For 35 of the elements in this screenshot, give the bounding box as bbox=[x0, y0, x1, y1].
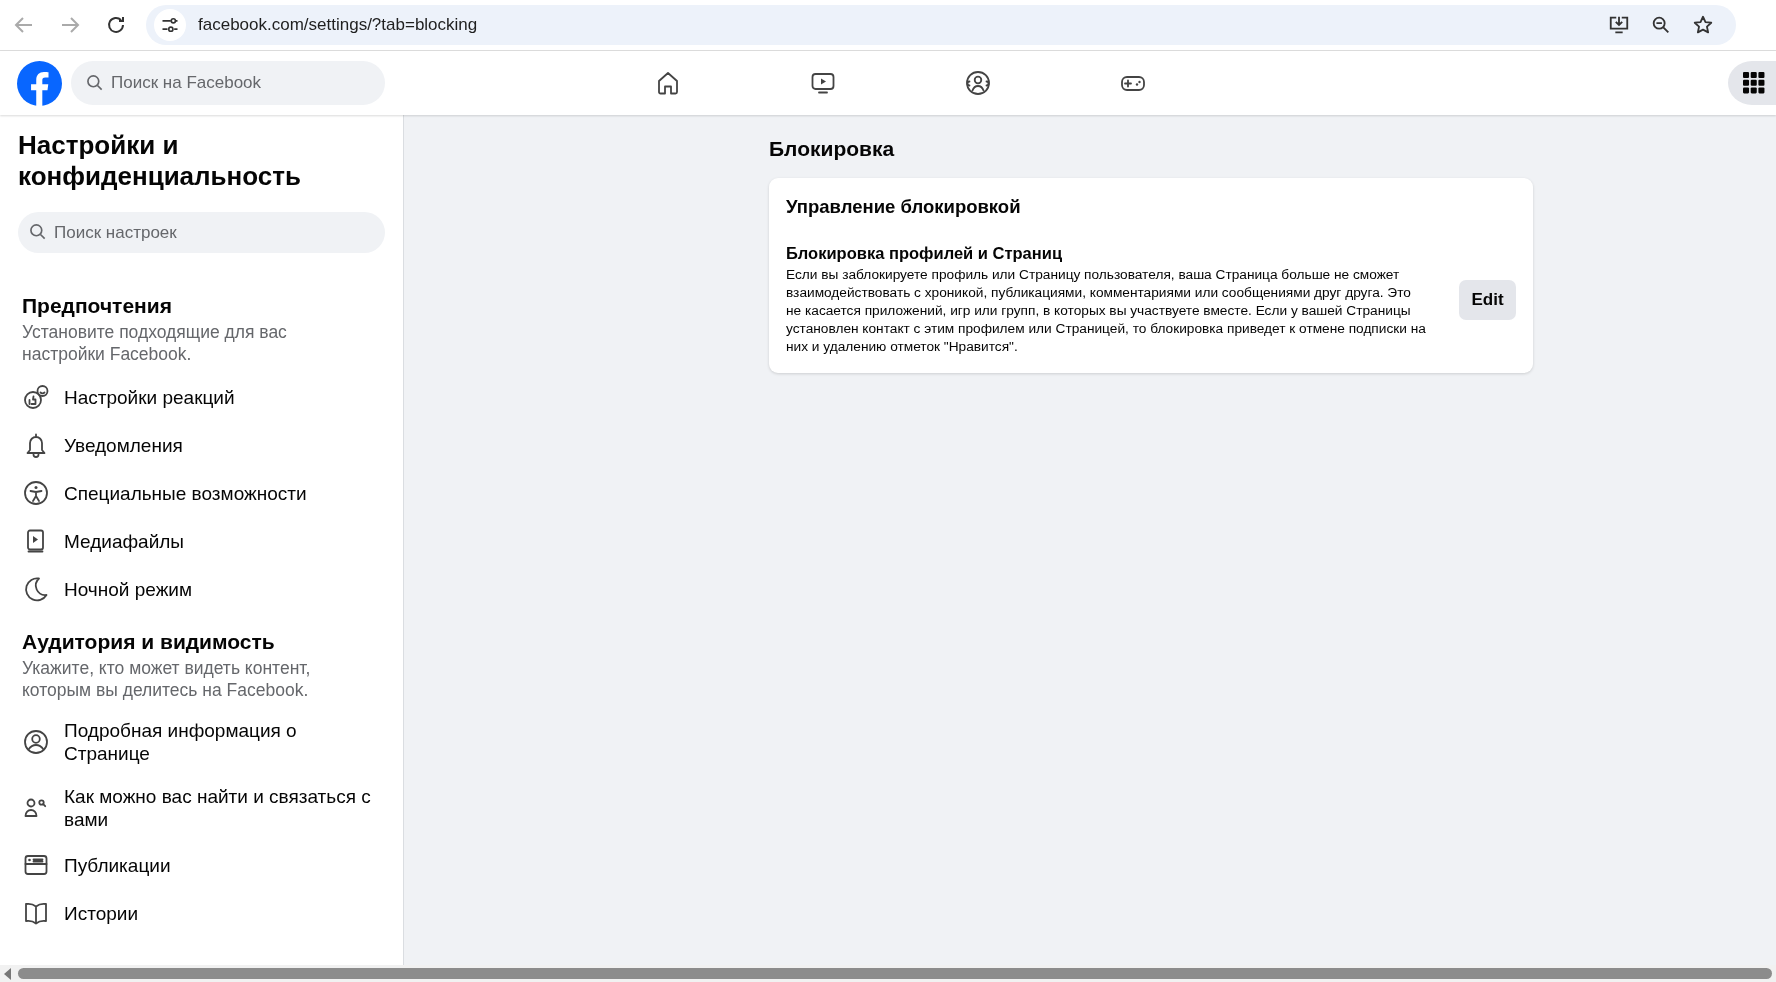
facebook-search-field[interactable]: Поиск на Facebook bbox=[71, 61, 385, 105]
zoom-out-icon[interactable] bbox=[1650, 14, 1672, 36]
settings-title: Настройки и конфиденциальность bbox=[18, 130, 302, 192]
setting-description: Если вы заблокируете профиль или Страницу пользователя, ваша Страница больше не сможет взаимодействовать с хроникой, публикациями, комментариями или сообщениями друг друга. Это не касается приложений, игр или групп, в которых вы участвуете вместе. Если у вашей Страницы установлен контакт с этим профилем или Страницей, то блокировка приведет к отмене подписки на них и удалению отметок "Нравится". bbox=[786, 266, 1426, 356]
settings-menu-item[interactable]: Подробная информация о Странице bbox=[22, 709, 381, 775]
edit-button[interactable]: Edit bbox=[1459, 280, 1516, 320]
settings-menu-item[interactable]: Медиафайлы bbox=[22, 517, 381, 565]
menu-grid-icon bbox=[1743, 72, 1765, 94]
horizontal-scrollbar[interactable] bbox=[0, 965, 1776, 982]
settings-search-field[interactable]: Поиск настроек bbox=[18, 212, 385, 253]
page-title: Блокировка bbox=[769, 137, 896, 161]
reactions-icon bbox=[22, 383, 50, 411]
settings-menu-item[interactable]: Публикации bbox=[22, 841, 381, 889]
settings-menu-item[interactable]: Настройки реакций bbox=[22, 373, 381, 421]
settings-menu-item[interactable]: Ночной режим bbox=[22, 565, 381, 613]
settings-menu-item[interactable]: Уведомления bbox=[22, 421, 381, 469]
card-title: Управление блокировкой bbox=[786, 196, 1022, 218]
install-app-icon[interactable] bbox=[1608, 14, 1630, 36]
accessibility-icon bbox=[22, 479, 50, 507]
section-description: Укажите, кто может видеть контент, которым вы делитесь на Facebook. bbox=[22, 657, 312, 701]
facebook-logo-icon[interactable] bbox=[17, 60, 62, 106]
section-heading: Аудитория и видимость bbox=[22, 629, 276, 655]
section-heading: Предпочтения bbox=[22, 293, 173, 319]
site-settings-icon[interactable] bbox=[160, 15, 180, 35]
settings-menu-item[interactable]: Специальные возможности bbox=[22, 469, 381, 517]
group-people-icon[interactable] bbox=[964, 69, 992, 97]
settings-menu-item[interactable]: Истории bbox=[22, 889, 381, 937]
setting-title: Блокировка профилей и Страниц bbox=[786, 244, 1064, 263]
settings-menu-item[interactable]: Как можно вас найти и связаться с вами bbox=[22, 775, 381, 841]
moon-icon bbox=[22, 575, 50, 603]
menu-button[interactable] bbox=[1728, 61, 1776, 105]
profile-icon bbox=[22, 728, 50, 756]
scroll-left-arrow-icon[interactable] bbox=[4, 967, 12, 980]
bookmark-star-icon[interactable] bbox=[1692, 14, 1714, 36]
section-description: Установите подходящие для вас настройки Facebook. bbox=[22, 321, 288, 365]
